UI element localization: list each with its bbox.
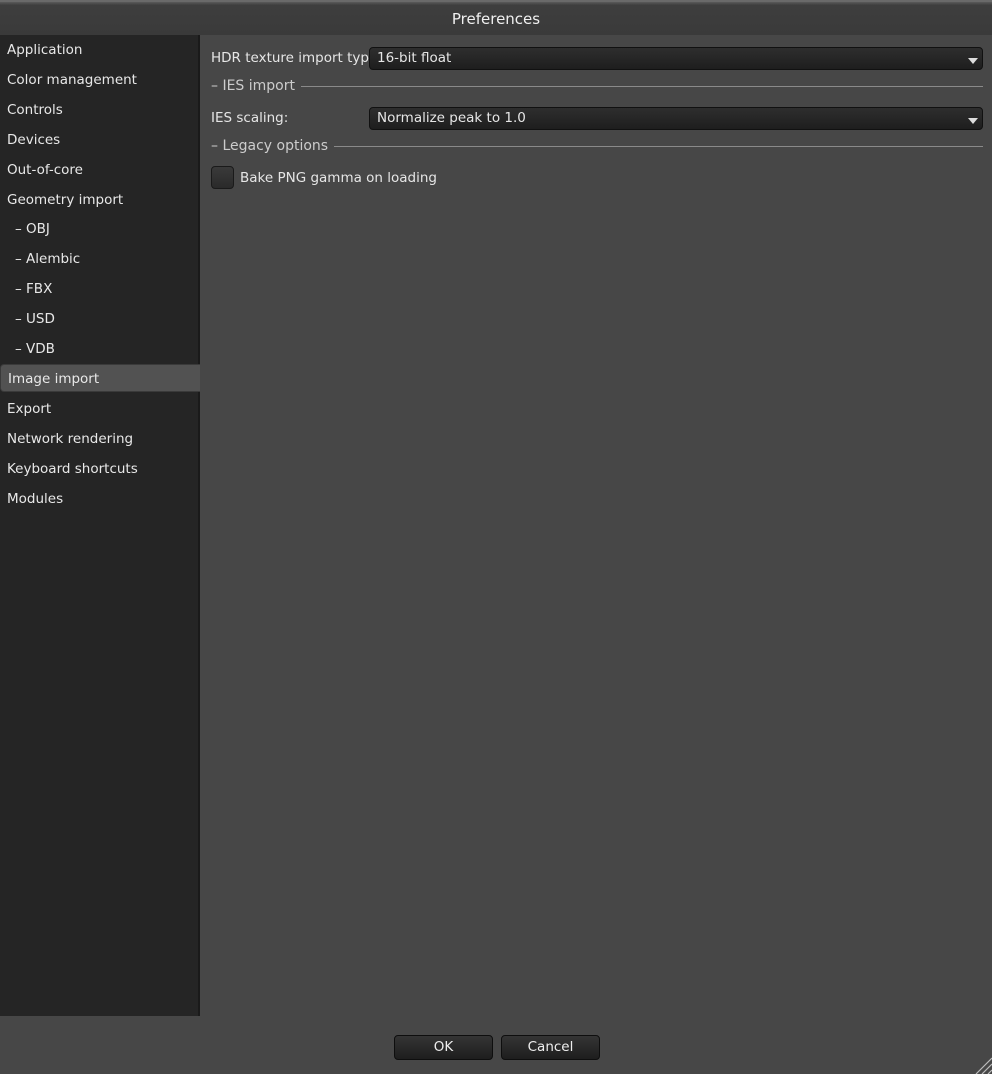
sidebar-item-geometry-import[interactable]: Geometry import — [0, 186, 198, 214]
image-import-panel: HDR texture import type: 16-bit float – … — [200, 35, 992, 1016]
sidebar-item-usd[interactable]: – USD — [0, 305, 198, 333]
sidebar-item-obj[interactable]: – OBJ — [0, 215, 198, 243]
chevron-down-icon — [968, 118, 978, 124]
hdr-texture-import-type-value: 16-bit float — [377, 50, 452, 66]
sidebar: Application Color management Controls De… — [0, 35, 200, 1016]
ies-import-group: – IES import — [211, 76, 983, 96]
hdr-texture-import-type-label: HDR texture import type: — [211, 50, 382, 66]
legacy-options-heading: – Legacy options — [211, 138, 329, 154]
sidebar-item-controls[interactable]: Controls — [0, 96, 198, 124]
resize-grip-icon[interactable] — [972, 1054, 992, 1074]
bake-png-gamma-label[interactable]: Bake PNG gamma on loading — [240, 170, 437, 186]
sidebar-item-network-rendering[interactable]: Network rendering — [0, 425, 198, 453]
sidebar-item-devices[interactable]: Devices — [0, 126, 198, 154]
sidebar-item-color-management[interactable]: Color management — [0, 66, 198, 94]
sidebar-item-modules[interactable]: Modules — [0, 485, 198, 513]
bake-png-gamma-checkbox[interactable] — [211, 166, 234, 189]
hdr-texture-import-type-dropdown[interactable]: 16-bit float — [369, 47, 983, 70]
ies-scaling-dropdown[interactable]: Normalize peak to 1.0 — [369, 107, 983, 130]
sidebar-item-export[interactable]: Export — [0, 395, 198, 423]
legacy-options-group: – Legacy options — [211, 136, 983, 156]
sidebar-item-fbx[interactable]: – FBX — [0, 275, 198, 303]
chevron-down-icon — [968, 58, 978, 64]
ies-import-heading: – IES import — [211, 78, 295, 94]
sidebar-item-alembic[interactable]: – Alembic — [0, 245, 198, 273]
window-title: Preferences — [451, 10, 541, 28]
sidebar-item-application[interactable]: Application — [0, 36, 198, 64]
ok-button[interactable]: OK — [394, 1035, 493, 1060]
ies-scaling-label: IES scaling: — [211, 110, 289, 126]
cancel-button[interactable]: Cancel — [501, 1035, 600, 1060]
sidebar-item-keyboard-shortcuts[interactable]: Keyboard shortcuts — [0, 455, 198, 483]
divider — [301, 85, 983, 87]
title-bar: Preferences — [0, 0, 992, 35]
sidebar-item-image-import[interactable]: Image import — [0, 364, 200, 392]
divider — [334, 145, 983, 147]
ies-scaling-value: Normalize peak to 1.0 — [377, 110, 526, 126]
sidebar-item-out-of-core[interactable]: Out-of-core — [0, 156, 198, 184]
sidebar-item-vdb[interactable]: – VDB — [0, 335, 198, 363]
